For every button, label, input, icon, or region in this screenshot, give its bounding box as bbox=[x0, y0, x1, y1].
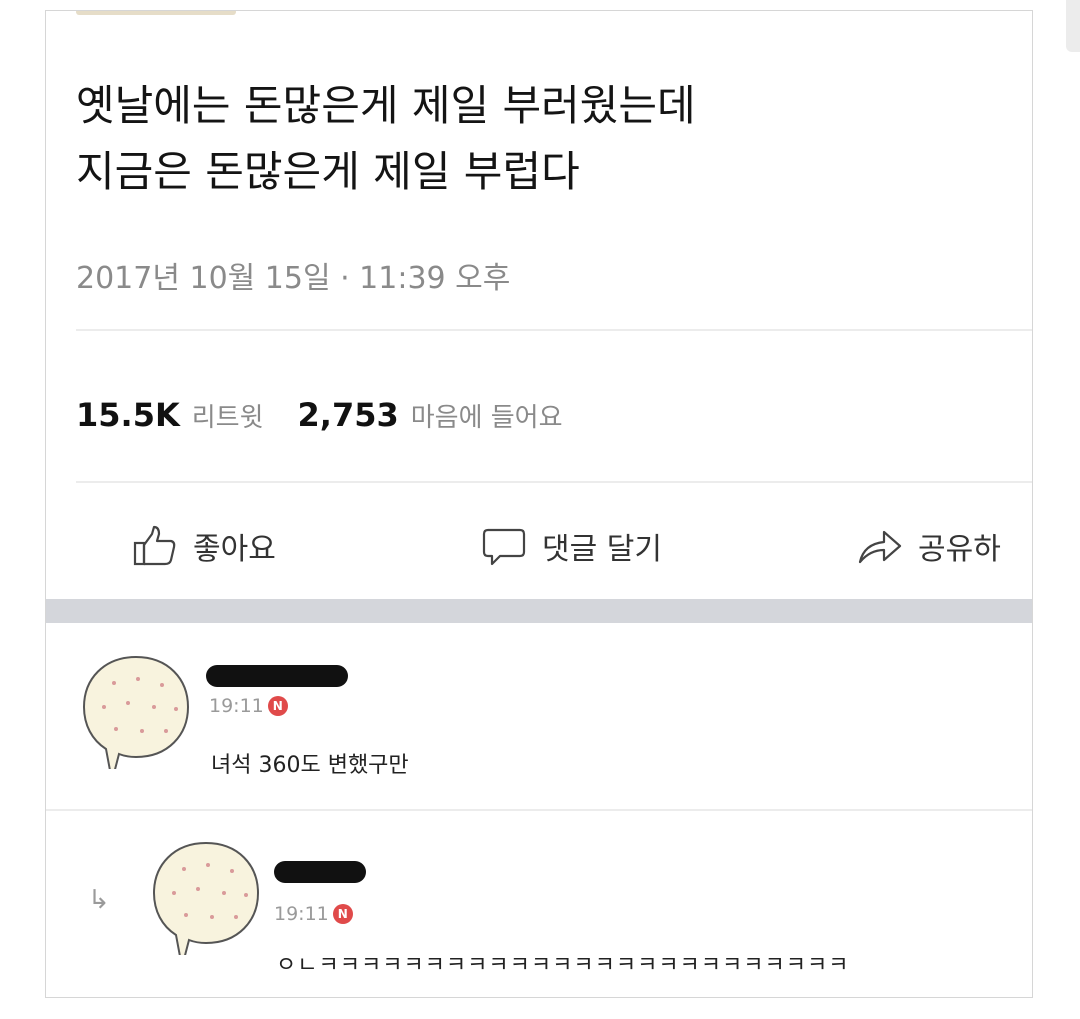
like-button[interactable]: 좋아요 bbox=[131, 516, 276, 576]
post-title: 옛날에는 돈많은게 제일 부러웠는데 지금은 돈많은게 제일 부럽다 bbox=[76, 73, 1016, 205]
reply-arrow-icon: ↳ bbox=[88, 885, 110, 915]
post-title-line-1: 옛날에는 돈많은게 제일 부러웠는데 bbox=[76, 81, 696, 130]
reply-comment: ↳ 19:11 N ㅇㄴㅋㅋㅋㅋㅋㅋㅋㅋㅋㅋㅋㅋㅋㅋㅋㅋㅋㅋㅋㅋㅋㅋㅋㅋㅋ bbox=[46, 811, 1032, 997]
like-button-label: 좋아요 bbox=[193, 532, 276, 567]
divider bbox=[76, 329, 1032, 331]
cropped-image-edge bbox=[76, 11, 236, 15]
post-card: 옛날에는 돈많은게 제일 부러웠는데 지금은 돈많은게 제일 부럽다 2017년… bbox=[45, 10, 1033, 998]
post-timestamp: 2017년 10월 15일 · 11:39 오후 bbox=[76, 261, 511, 296]
post-stats: 15.5K 리트윗 2,753 마음에 들어요 bbox=[76, 396, 597, 434]
action-bar: 좋아요 댓글 달기 공유하 bbox=[46, 516, 1032, 576]
comment-icon bbox=[482, 528, 526, 566]
corner-tab bbox=[1066, 0, 1080, 52]
share-button-label: 공유하 bbox=[918, 532, 1001, 567]
share-icon bbox=[858, 530, 902, 564]
retweet-label[interactable]: 리트윗 bbox=[192, 397, 264, 434]
comment-time: 19:11 bbox=[274, 903, 329, 925]
post-title-line-2: 지금은 돈많은게 제일 부럽다 bbox=[76, 147, 580, 196]
comment-button[interactable]: 댓글 달기 bbox=[480, 516, 662, 576]
comment: 19:11 N 녀석 360도 변했구만 bbox=[46, 623, 1032, 811]
new-badge: N bbox=[332, 904, 353, 924]
speech-bubble-avatar[interactable] bbox=[146, 835, 266, 955]
comment-meta: 19:11 N bbox=[274, 903, 353, 925]
like-count[interactable]: 2,753 bbox=[298, 396, 399, 434]
comment-time: 19:11 bbox=[209, 695, 264, 717]
redacted-username bbox=[206, 665, 348, 687]
redacted-username bbox=[274, 861, 366, 883]
comment-text: 녀석 360도 변했구만 bbox=[211, 753, 409, 778]
thumbs-up-icon bbox=[133, 525, 176, 566]
comment-meta: 19:11 N bbox=[209, 695, 288, 717]
section-separator bbox=[46, 599, 1032, 623]
like-label[interactable]: 마음에 들어요 bbox=[411, 397, 563, 434]
share-button[interactable]: 공유하 bbox=[856, 516, 1001, 576]
retweet-count[interactable]: 15.5K bbox=[76, 396, 180, 434]
comment-button-label: 댓글 달기 bbox=[542, 532, 662, 567]
speech-bubble-avatar[interactable] bbox=[76, 649, 196, 769]
divider bbox=[76, 481, 1032, 483]
comment-text: ㅇㄴㅋㅋㅋㅋㅋㅋㅋㅋㅋㅋㅋㅋㅋㅋㅋㅋㅋㅋㅋㅋㅋㅋㅋㅋㅋ bbox=[276, 953, 850, 978]
new-badge: N bbox=[267, 696, 288, 716]
